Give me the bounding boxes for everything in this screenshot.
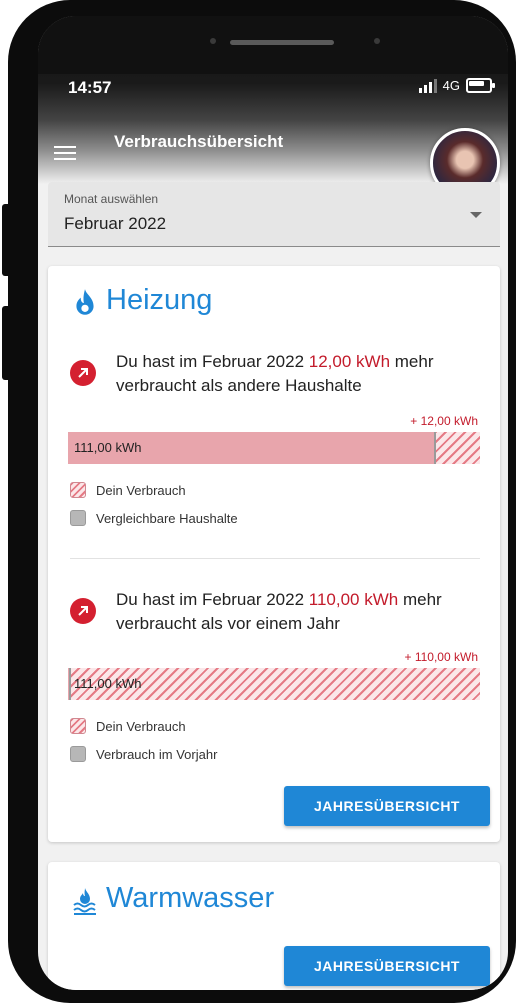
- comparison-previous-year-text: Du hast im Februar 2022 110,00 kWh mehr …: [116, 590, 442, 633]
- delta-label: + 12,00 kWh: [410, 414, 478, 428]
- trend-up-icon: [70, 360, 96, 386]
- volume-up-button: [2, 204, 12, 276]
- consumption-bar: 111,00 kWh: [68, 668, 480, 700]
- divider: [70, 558, 480, 559]
- legend-swatch-gray: [70, 746, 86, 762]
- legend-swatch-striped: [70, 718, 86, 734]
- comparison-previous-year: Du hast im Februar 2022 110,00 kWh mehr …: [70, 588, 490, 640]
- legend-swatch-gray: [70, 510, 86, 526]
- app-screen: 14:57 4G Verbrauchsübersicht Monat auswä…: [38, 16, 508, 990]
- legend-item-own: Dein Verbrauch: [70, 482, 186, 498]
- speaker-grille: [230, 40, 334, 45]
- warmwasser-card: Warmwasser JAHRESÜBERSICHT: [48, 862, 500, 990]
- heizung-title: Heizung: [106, 284, 213, 316]
- month-select-label: Monat auswählen: [64, 192, 159, 206]
- yearly-overview-button[interactable]: JAHRESÜBERSICHT: [284, 946, 490, 986]
- status-indicators: 4G: [418, 78, 495, 93]
- heizung-card: Heizung Du hast im Februar 2022 12,00 kW…: [48, 266, 500, 842]
- device-notch: [38, 16, 508, 74]
- comparison-households-text: Du hast im Februar 2022 12,00 kWh mehr v…: [116, 352, 434, 395]
- comparison-marker: [434, 432, 436, 464]
- legend-label: Vergleichbare Haushalte: [96, 510, 238, 526]
- comparison-marker: [69, 668, 71, 700]
- consumption-bar: 111,00 kWh: [68, 432, 480, 464]
- hamburger-menu-icon[interactable]: [54, 146, 76, 160]
- signal-icon: [418, 78, 437, 93]
- status-time: 14:57: [68, 78, 112, 97]
- delta-label: + 110,00 kWh: [404, 650, 479, 664]
- legend-swatch-striped: [70, 482, 86, 498]
- bar-value-label: 111,00 kWh: [74, 676, 142, 691]
- sensor-icon: [374, 38, 380, 44]
- front-camera-icon: [210, 38, 216, 44]
- yearly-overview-button[interactable]: JAHRESÜBERSICHT: [284, 786, 490, 826]
- warmwasser-title: Warmwasser: [106, 882, 275, 914]
- comparison-households: Du hast im Februar 2022 12,00 kWh mehr v…: [70, 350, 490, 402]
- legend-item-previous-year: Verbrauch im Vorjahr: [70, 746, 217, 762]
- month-select[interactable]: Monat auswählen Februar 2022: [48, 182, 500, 247]
- legend-label: Dein Verbrauch: [96, 718, 186, 734]
- phone-frame: 14:57 4G Verbrauchsübersicht Monat auswä…: [8, 0, 516, 1003]
- month-select-value: Februar 2022: [64, 214, 167, 233]
- legend-label: Verbrauch im Vorjahr: [96, 746, 218, 762]
- dropdown-arrow-icon[interactable]: [470, 212, 482, 218]
- hot-water-icon: [73, 888, 96, 915]
- app-title: Verbrauchsübersicht: [114, 132, 284, 151]
- network-type: 4G: [442, 78, 460, 93]
- legend-item-households: Vergleichbare Haushalte: [70, 510, 238, 526]
- trend-up-icon: [70, 598, 96, 624]
- battery-icon: [466, 78, 495, 93]
- flame-icon: [76, 289, 94, 315]
- legend-item-own: Dein Verbrauch: [70, 718, 186, 734]
- bar-value-label: 111,00 kWh: [74, 440, 142, 455]
- volume-down-button: [2, 306, 12, 380]
- legend-label: Dein Verbrauch: [96, 482, 186, 498]
